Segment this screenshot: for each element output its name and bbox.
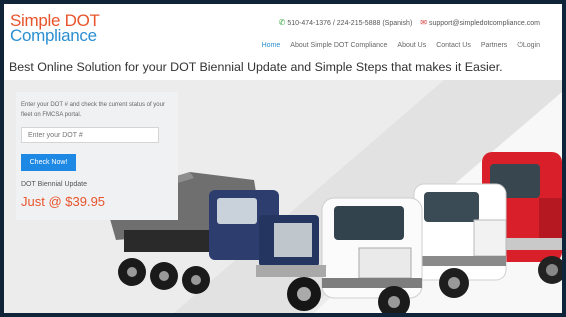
page: Simple DOT Compliance ✆ 510-474-1376 / 22…	[4, 4, 562, 313]
dot-check-panel: Enter your DOT # and check the current s…	[16, 92, 178, 220]
nav-partners[interactable]: Partners	[481, 42, 507, 50]
white-truck-1	[321, 197, 423, 313]
phone-link[interactable]: ✆ 510-474-1376 / 224-215-5888 (Spanish)	[279, 18, 413, 27]
page-headline: Best Online Solution for your DOT Bienni…	[9, 60, 503, 74]
nav-about-simple-dot[interactable]: About Simple DOT Compliance	[290, 42, 387, 50]
main-nav: Home About Simple DOT Compliance About U…	[262, 42, 540, 50]
email-link[interactable]: ✉ support@simpledotcompliance.com	[420, 18, 540, 27]
nav-contact-us[interactable]: Contact Us	[436, 42, 471, 50]
logo-line-2: Compliance	[10, 26, 97, 45]
phone-icon: ✆	[278, 18, 286, 27]
email-address: support@simpledotcompliance.com	[429, 20, 540, 27]
dot-number-input[interactable]	[21, 127, 159, 143]
biennial-update-label: DOT Biennial Update	[21, 181, 88, 188]
site-logo[interactable]: Simple DOT Compliance	[10, 12, 100, 45]
login-label: Login	[522, 42, 540, 49]
panel-intro-text: Enter your DOT # and check the current s…	[21, 102, 165, 118]
envelope-icon: ✉	[420, 18, 427, 27]
nav-home[interactable]: Home	[262, 42, 281, 50]
phone-number: 510-474-1376 / 224-215-5888 (Spanish)	[287, 20, 413, 27]
check-now-button[interactable]: Check Now!	[21, 154, 76, 171]
contact-bar: ✆ 510-474-1376 / 224-215-5888 (Spanish) ✉…	[279, 18, 540, 27]
nav-login[interactable]: ⏻Login	[517, 42, 540, 50]
nav-about-us[interactable]: About Us	[397, 42, 426, 50]
price-label: Just @ $39.95	[21, 194, 106, 209]
